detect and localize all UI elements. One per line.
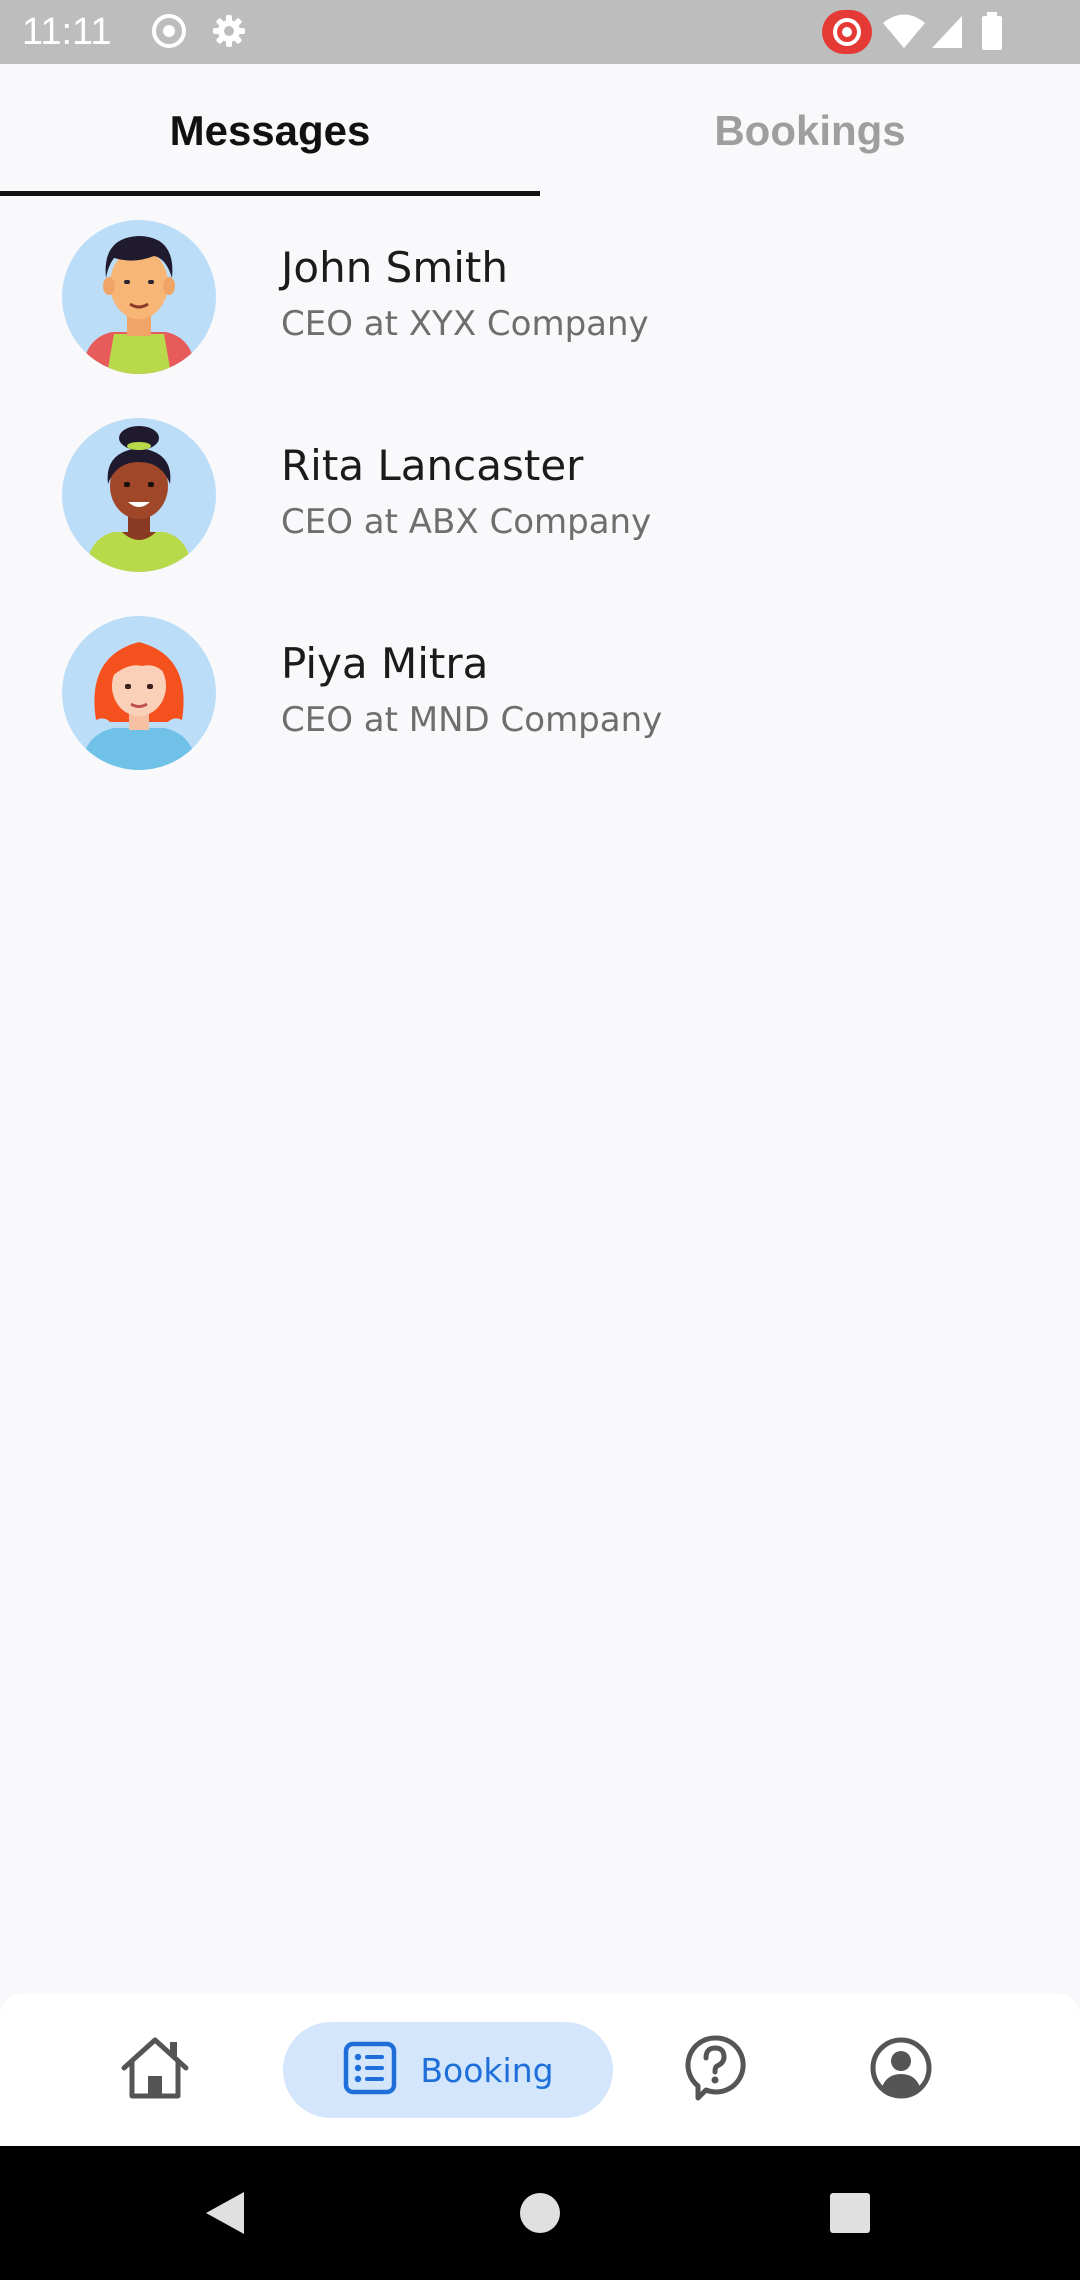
contact-list: John Smith CEO at XYX Company Rita Lanca… [0, 198, 1080, 792]
avatar [62, 616, 216, 770]
contact-name: Piya Mitra [281, 639, 489, 688]
contact-item[interactable]: Piya Mitra CEO at MND Company [0, 594, 1080, 792]
contact-role: CEO at ABX Company [281, 502, 652, 542]
contact-role: CEO at MND Company [281, 700, 663, 740]
contact-role: CEO at XYX Company [281, 304, 649, 344]
recording-active-icon [822, 10, 872, 59]
signal-icon [930, 14, 964, 53]
status-bar: 11:11 [0, 0, 1080, 64]
help-icon [684, 2034, 746, 2107]
recents-icon[interactable] [830, 2193, 870, 2238]
profile-icon [869, 2036, 933, 2105]
nav-home[interactable] [100, 1994, 210, 2146]
contact-item[interactable]: Rita Lancaster CEO at ABX Company [0, 396, 1080, 594]
tab-bookings[interactable]: Bookings [540, 64, 1080, 198]
tab-messages[interactable]: Messages [0, 64, 540, 198]
back-icon[interactable] [204, 2190, 246, 2241]
wifi-icon [882, 14, 926, 55]
active-tab-indicator [0, 191, 540, 196]
battery-icon [980, 12, 1004, 55]
tab-bar: Messages Bookings [0, 64, 1080, 198]
home-icon [118, 2036, 192, 2105]
status-time: 11:11 [22, 11, 112, 53]
nav-help[interactable] [660, 1994, 770, 2146]
contact-name: Rita Lancaster [281, 441, 584, 490]
nav-profile[interactable] [846, 1994, 956, 2146]
home-circle-icon[interactable] [519, 2192, 561, 2239]
bottom-navigation: Booking [0, 1994, 1080, 2146]
screen-record-icon [150, 12, 188, 55]
nav-booking[interactable]: Booking [283, 2022, 613, 2118]
contact-item[interactable]: John Smith CEO at XYX Company [0, 198, 1080, 396]
system-navigation-bar [0, 2146, 1080, 2280]
list-icon [342, 2040, 398, 2101]
avatar [62, 220, 216, 374]
nav-booking-label: Booking [420, 2050, 554, 2090]
contact-name: John Smith [281, 243, 509, 292]
avatar [62, 418, 216, 572]
settings-gear-icon [210, 12, 248, 55]
